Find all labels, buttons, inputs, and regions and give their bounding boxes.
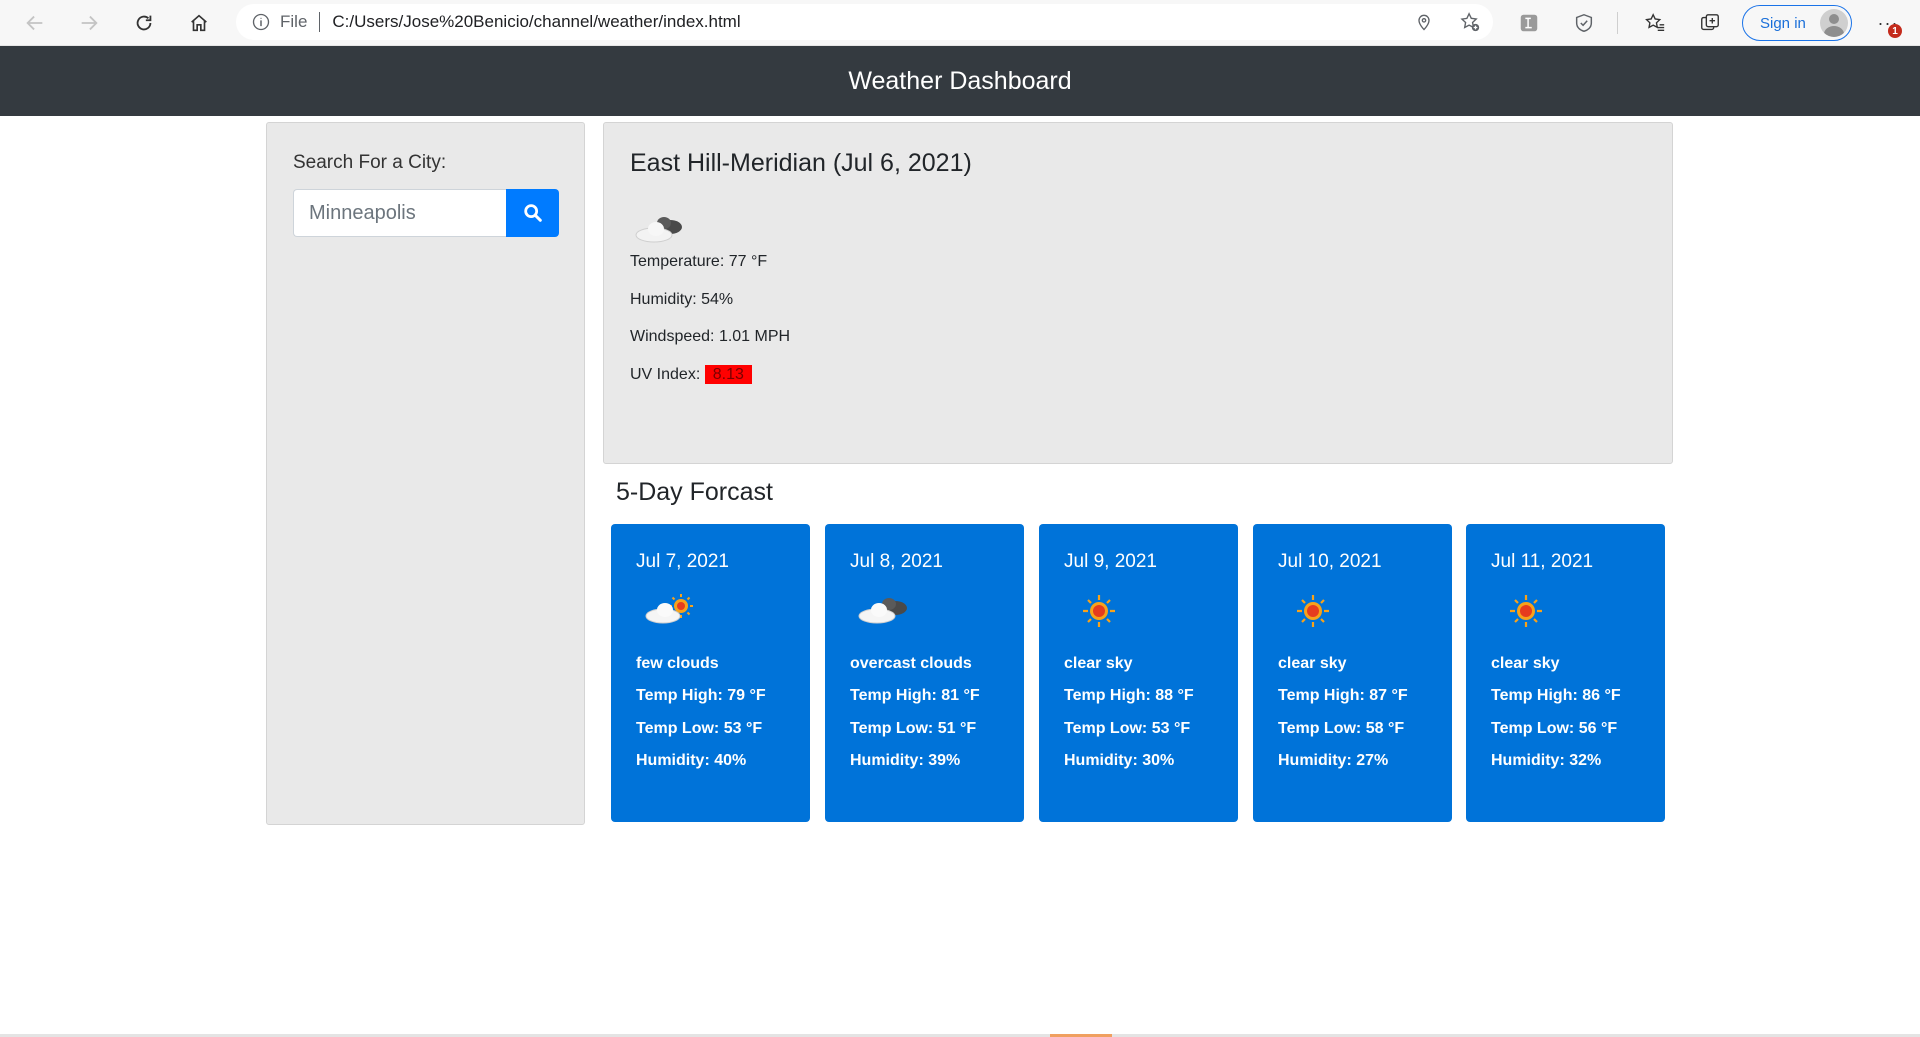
favorites-icon[interactable] [1642,10,1668,36]
forecast-temp-high: Temp High: 79 °F [636,687,766,704]
forecast-date: Jul 10, 2021 [1278,551,1382,572]
forecast-date: Jul 11, 2021 [1491,551,1594,572]
sign-in-label: Sign in [1760,14,1806,32]
forecast-temp-high: Temp High: 81 °F [850,687,980,704]
forecast-temp-high: Temp High: 88 °F [1064,687,1194,704]
forecast-date: Jul 8, 2021 [850,551,943,572]
city-search-input[interactable] [293,189,506,237]
forecast-card: Jul 10, 2021 clear sky Temp High: 87 °F Tem… [1253,524,1452,822]
search-label: Search For a City: [293,152,447,173]
overcast-clouds-icon [855,586,915,636]
current-weather-panel: East Hill-Meridian (Jul 6, 2021) Tempera… [603,122,1673,464]
sign-in-button[interactable]: Sign in [1742,5,1852,41]
forecast-humidity: Humidity: 30% [1064,752,1175,769]
collections-icon[interactable] [1697,10,1723,36]
forecast-temp-high: Temp High: 87 °F [1278,687,1408,704]
home-button[interactable] [184,8,214,38]
forecast-temp-low: Temp Low: 56 °F [1491,720,1618,737]
forecast-description: clear sky [1491,655,1560,672]
forecast-description: clear sky [1064,655,1133,672]
current-windspeed: Windspeed: 1.01 MPH [630,328,791,345]
current-uv-index: UV Index: 8.13 [630,365,752,384]
forecast-humidity: Humidity: 39% [850,752,961,769]
browser-toolbar: File C:/Users/Jose%20Benicio/channel/wea… [0,0,1920,46]
forecast-card: Jul 11, 2021 clear sky Temp High: 86 °F Tem… [1466,524,1665,822]
clear-sky-icon [1283,586,1343,636]
forecast-humidity: Humidity: 40% [636,752,747,769]
forecast-humidity: Humidity: 32% [1491,752,1602,769]
address-file-label: File [280,12,308,31]
forecast-temp-low: Temp Low: 58 °F [1278,720,1405,737]
forecast-description: few clouds [636,655,719,672]
forecast-card: Jul 9, 2021 clear sky Temp High: 88 °F Temp… [1039,524,1238,822]
address-bar[interactable]: File C:/Users/Jose%20Benicio/channel/wea… [236,4,1493,40]
forecast-description: overcast clouds [850,655,972,672]
shield-icon[interactable] [1571,10,1597,36]
current-humidity: Humidity: 54% [630,291,734,308]
forecast-card: Jul 7, 2021 few clouds Temp High: 79 °F Tem… [611,524,810,822]
arrow-right-icon [81,15,98,31]
uv-value-badge: 8.13 [704,365,752,384]
avatar [1820,9,1848,37]
search-button[interactable] [506,189,559,237]
forecast-humidity: Humidity: 27% [1278,752,1389,769]
extension-icon[interactable] [1516,10,1542,36]
app-header: Weather Dashboard [0,46,1920,116]
address-url[interactable]: C:/Users/Jose%20Benicio/channel/weather/… [332,12,740,32]
info-icon[interactable] [250,11,272,33]
forecast-temp-low: Temp Low: 51 °F [850,720,977,737]
back-button[interactable] [20,8,50,38]
location-icon[interactable] [1413,11,1435,33]
clear-sky-icon [1496,586,1556,636]
toolbar-divider [1617,12,1618,34]
arrow-left-icon [26,15,43,31]
current-city-title: East Hill-Meridian (Jul 6, 2021) [630,149,972,177]
forecast-date: Jul 7, 2021 [636,551,729,572]
forecast-card: Jul 8, 2021 overcast clouds Temp High: 81 … [825,524,1024,822]
clear-sky-icon [1069,586,1129,636]
forecast-date: Jul 9, 2021 [1064,551,1157,572]
refresh-button[interactable] [129,8,159,38]
overcast-clouds-icon [632,205,692,255]
few-clouds-icon [641,586,701,636]
forecast-temp-low: Temp Low: 53 °F [1064,720,1191,737]
refresh-icon [136,15,152,31]
search-icon [523,204,542,222]
address-divider [319,12,321,32]
forecast-description: clear sky [1278,655,1347,672]
home-icon [191,14,207,32]
forecast-title: 5-Day Forcast [616,478,773,506]
forecast-temp-high: Temp High: 86 °F [1491,687,1621,704]
forward-button[interactable] [74,8,104,38]
forecast-temp-low: Temp Low: 53 °F [636,720,763,737]
uv-label: UV Index: [630,366,701,383]
current-temperature: Temperature: 77 °F [630,253,768,270]
add-favorite-icon[interactable] [1459,11,1481,33]
notification-badge: 1 [1888,24,1902,38]
page-title: Weather Dashboard [848,66,1072,95]
search-sidebar: Search For a City: [266,122,585,825]
